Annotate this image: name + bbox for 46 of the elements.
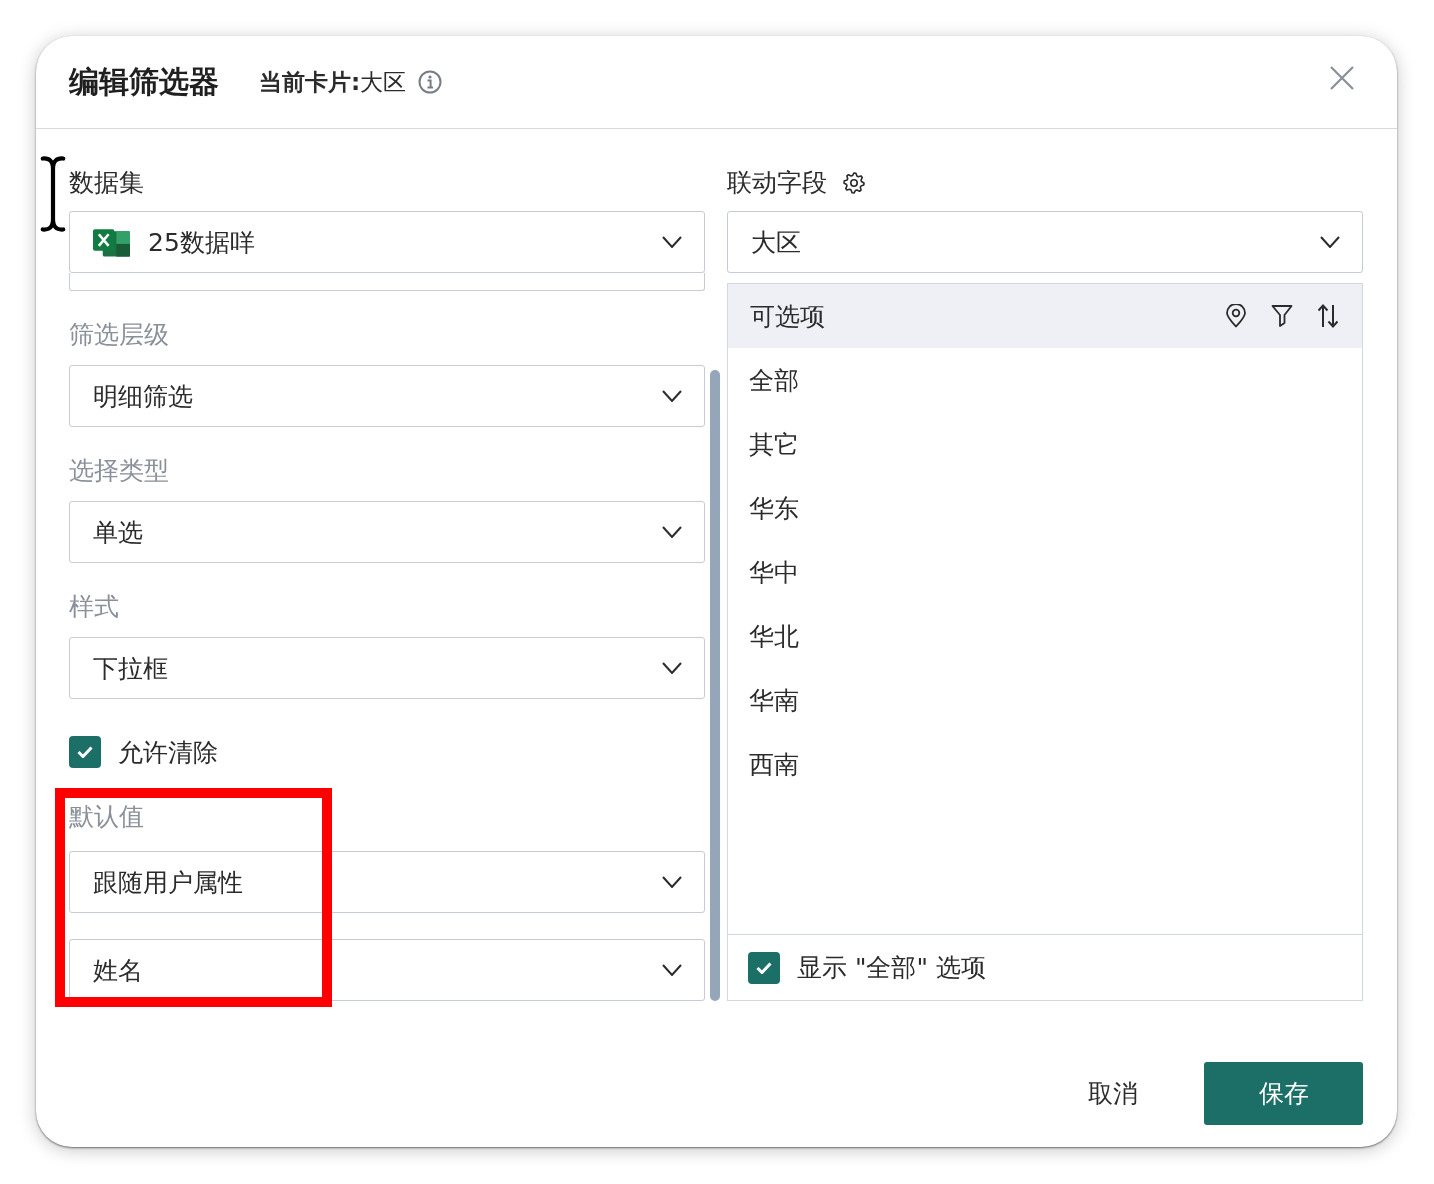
field-label: 联动字段 — [727, 167, 827, 199]
dropdown[interactable]: 下拉框 — [69, 637, 705, 699]
option-item[interactable]: 西南 — [728, 732, 1362, 796]
field-label: 数据集 — [69, 167, 144, 199]
dropdown[interactable]: 明细筛选 — [69, 365, 705, 427]
dropdown[interactable]: 跟随用户属性 — [69, 851, 705, 913]
field-label: 筛选层级 — [69, 319, 169, 351]
dialog-title: 编辑筛选器 — [69, 62, 219, 101]
current-card-label: 当前卡片:大区 — [259, 67, 407, 97]
chevron-down-icon — [662, 236, 682, 248]
close-icon[interactable] — [1330, 66, 1354, 90]
checkbox-label: 显示 "全部" 选项 — [797, 952, 986, 984]
option-item[interactable]: 华中 — [728, 540, 1362, 604]
scrollbar-thumb[interactable] — [710, 370, 720, 1001]
option-item[interactable]: 全部 — [728, 348, 1362, 412]
dropdown[interactable]: 单选 — [69, 501, 705, 563]
dataset-dropdown[interactable]: 25数据咩 — [69, 211, 705, 273]
option-item[interactable]: 其它 — [728, 412, 1362, 476]
option-item[interactable]: 华南 — [728, 668, 1362, 732]
settings-icon[interactable] — [843, 172, 865, 194]
checkbox-label: 允许清除 — [118, 736, 218, 769]
cancel-button[interactable]: 取消 — [1064, 1062, 1162, 1125]
option-item[interactable]: 华东 — [728, 476, 1362, 540]
info-icon[interactable] — [418, 70, 443, 94]
check-icon — [77, 746, 93, 758]
chevron-down-icon — [1320, 236, 1340, 248]
checkbox[interactable] — [69, 736, 101, 768]
field-label: 默认值 — [69, 801, 144, 833]
options-title: 可选项 — [750, 300, 826, 333]
chevron-down-icon — [662, 390, 682, 402]
spreadsheet-file-icon — [93, 227, 130, 257]
chevron-down-icon — [662, 662, 682, 674]
dropdown[interactable]: 姓名 — [69, 939, 705, 1001]
field-label: 样式 — [69, 591, 119, 623]
save-button[interactable]: 保存 — [1204, 1062, 1363, 1125]
field-label: 选择类型 — [69, 455, 169, 487]
check-icon — [756, 961, 772, 974]
sort-icon[interactable] — [1317, 304, 1339, 328]
chevron-down-icon — [662, 964, 682, 976]
chevron-down-icon — [662, 876, 682, 888]
chevron-down-icon — [662, 526, 682, 538]
option-item[interactable]: 华北 — [728, 604, 1362, 668]
checkbox[interactable] — [748, 951, 780, 984]
filter-icon[interactable] — [1271, 304, 1293, 328]
location-pin-icon[interactable] — [1225, 304, 1247, 328]
dropdown[interactable]: 大区 — [727, 211, 1363, 273]
